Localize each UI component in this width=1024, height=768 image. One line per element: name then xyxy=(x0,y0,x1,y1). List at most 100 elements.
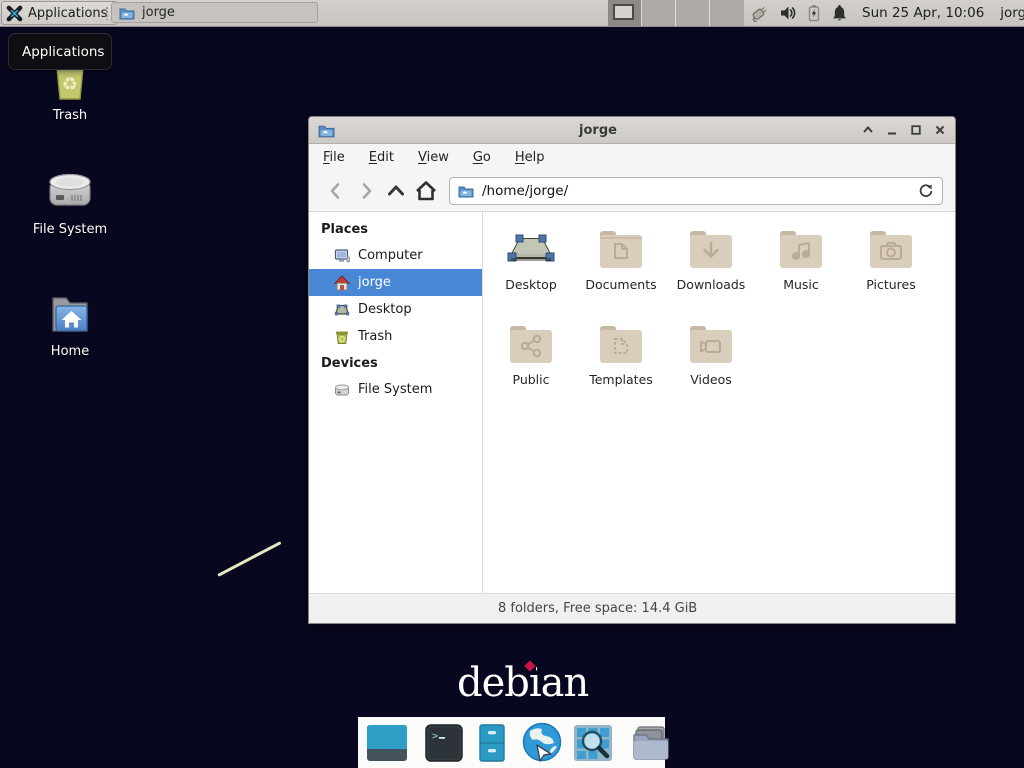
documents-folder-icon xyxy=(597,226,645,274)
minimize-button[interactable] xyxy=(885,124,898,137)
file-item-label: Templates xyxy=(589,372,653,387)
applications-menu-button[interactable]: Applications xyxy=(1,1,117,25)
sidebar-item-desktop[interactable]: Desktop xyxy=(309,296,482,323)
workspace-1[interactable] xyxy=(608,0,642,26)
home-icon xyxy=(334,275,350,291)
file-item-public[interactable]: Public xyxy=(486,321,576,416)
menu-view[interactable]: View xyxy=(418,150,449,165)
sidebar-item-label: Desktop xyxy=(358,302,412,317)
panel-clock[interactable]: Sun 25 Apr, 10:06 xyxy=(862,5,984,21)
taskbar-window-button[interactable]: jorge xyxy=(111,2,318,23)
sidebar-item-jorge[interactable]: jorge xyxy=(309,269,482,296)
battery-icon[interactable] xyxy=(806,4,822,22)
workspace-3[interactable] xyxy=(676,0,710,26)
file-item-label: Downloads xyxy=(677,277,746,292)
status-bar: 8 folders, Free space: 14.4 GiB xyxy=(309,593,955,623)
status-text: 8 folders, Free space: 14.4 GiB xyxy=(309,601,697,616)
file-item-documents[interactable]: Documents xyxy=(576,226,666,321)
window-titlebar[interactable]: jorge xyxy=(309,117,955,144)
shade-button[interactable] xyxy=(861,124,874,137)
file-manager-window: jorge File Edit View Go Help xyxy=(308,116,956,624)
window-controls xyxy=(861,124,946,137)
menu-help[interactable]: Help xyxy=(515,150,545,165)
window-title: jorge xyxy=(335,123,861,138)
location-bar[interactable]: /home/jorge/ xyxy=(449,177,943,205)
desktop-icon-file-system[interactable]: File System xyxy=(20,167,120,237)
sidebar: Places Computer xyxy=(309,212,483,593)
music-folder-icon xyxy=(777,226,825,274)
top-panel: Applications jorge xyxy=(0,0,1024,27)
app-finder-icon[interactable] xyxy=(572,723,614,763)
file-item-label: Music xyxy=(783,277,819,292)
file-grid: Desktop Documents xyxy=(486,226,941,416)
file-view[interactable]: Desktop Documents xyxy=(483,212,955,593)
file-item-label: Videos xyxy=(690,372,732,387)
workspace-switcher[interactable] xyxy=(608,0,744,26)
desktop-special-icon xyxy=(507,226,555,274)
home-button[interactable] xyxy=(411,179,441,203)
sidebar-item-label: File System xyxy=(358,382,432,397)
web-browser-icon[interactable] xyxy=(520,721,564,765)
desktop-icon-label: Home xyxy=(20,344,120,359)
sidebar-item-label: Trash xyxy=(358,329,392,344)
debian-logo: debian xyxy=(457,660,588,706)
sidebar-header-places: Places xyxy=(309,216,482,242)
maximize-button[interactable] xyxy=(909,124,922,137)
file-item-label: Desktop xyxy=(505,277,557,292)
file-item-downloads[interactable]: Downloads xyxy=(666,226,756,321)
file-item-desktop[interactable]: Desktop xyxy=(486,226,576,321)
volume-icon[interactable] xyxy=(779,4,797,22)
sidebar-item-file-system[interactable]: File System xyxy=(309,376,482,403)
menu-edit[interactable]: Edit xyxy=(369,150,394,165)
close-button[interactable] xyxy=(933,124,946,137)
notifications-bell-icon[interactable] xyxy=(831,4,848,22)
panel-right-cluster: Sun 25 Apr, 10:06 jorge xyxy=(750,0,1024,26)
desktop-icon-home[interactable]: Home xyxy=(20,289,120,359)
dock: > xyxy=(358,717,665,768)
desktop-root: { "panel": { "applications": "Applicatio… xyxy=(0,0,1024,768)
sidebar-item-computer[interactable]: Computer xyxy=(309,242,482,269)
taskbar-window-label: jorge xyxy=(142,5,175,20)
workspace-2[interactable] xyxy=(642,0,676,26)
applications-menu-label: Applications xyxy=(28,6,107,21)
public-folder-icon xyxy=(507,321,555,369)
pictures-folder-icon xyxy=(867,226,915,274)
home-folder-icon xyxy=(20,289,120,341)
file-cabinet-icon[interactable] xyxy=(472,723,512,763)
up-button[interactable] xyxy=(381,180,411,202)
system-tray xyxy=(750,4,848,22)
file-item-videos[interactable]: Videos xyxy=(666,321,756,416)
network-icon[interactable] xyxy=(750,4,770,22)
templates-folder-icon xyxy=(597,321,645,369)
videos-folder-icon xyxy=(687,321,735,369)
file-item-templates[interactable]: Templates xyxy=(576,321,666,416)
menu-bar: File Edit View Go Help xyxy=(309,144,955,171)
workspace-4[interactable] xyxy=(710,0,744,26)
file-item-music[interactable]: Music xyxy=(756,226,846,321)
sidebar-item-label: Computer xyxy=(358,248,423,263)
window-folder-icon xyxy=(318,123,335,138)
location-path[interactable]: /home/jorge/ xyxy=(482,183,568,199)
show-desktop-icon[interactable] xyxy=(366,723,408,763)
task-folder-icon xyxy=(119,6,135,20)
downloads-folder-icon xyxy=(687,226,735,274)
location-folder-icon xyxy=(458,184,474,198)
sidebar-header-devices: Devices xyxy=(309,350,482,376)
sidebar-item-label: jorge xyxy=(358,275,391,290)
forward-button[interactable] xyxy=(351,180,381,202)
menu-go[interactable]: Go xyxy=(473,150,491,165)
file-system-drive-icon xyxy=(20,167,120,219)
menu-file[interactable]: File xyxy=(323,150,345,165)
svg-text:♻: ♻ xyxy=(62,74,78,95)
terminal-icon[interactable]: > xyxy=(424,723,464,763)
back-button[interactable] xyxy=(321,180,351,202)
file-manager-icon[interactable] xyxy=(630,723,672,763)
sidebar-item-trash[interactable]: Trash xyxy=(309,323,482,350)
file-item-pictures[interactable]: Pictures xyxy=(846,226,936,321)
panel-username[interactable]: jorge xyxy=(1000,5,1024,21)
file-item-label: Public xyxy=(513,372,550,387)
stray-line-artifact xyxy=(217,541,281,577)
reload-icon[interactable] xyxy=(918,183,934,199)
tooltip-text: Applications xyxy=(22,44,104,60)
computer-icon xyxy=(334,248,350,264)
